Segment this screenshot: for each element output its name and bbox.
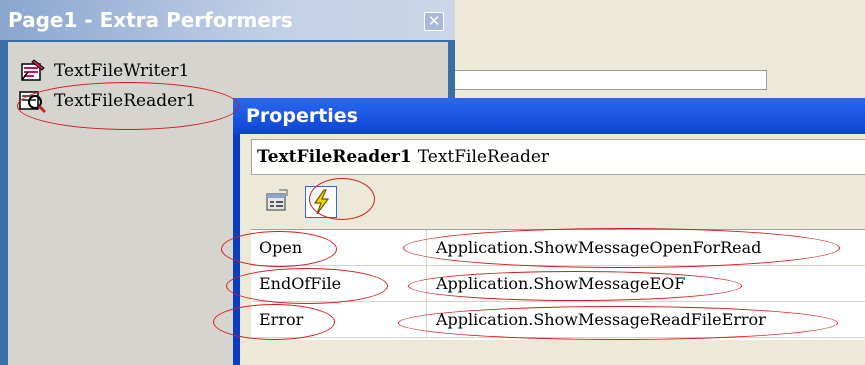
list-item-label: TextFileWriter1 bbox=[54, 61, 190, 81]
event-value[interactable]: Application.ShowMessageOpenForRead bbox=[428, 230, 865, 265]
event-value[interactable]: Application.ShowMessageReadFileError bbox=[428, 302, 865, 337]
text-file-writer-icon bbox=[18, 58, 52, 84]
list-item-textfilereader[interactable]: TextFileReader1 bbox=[18, 86, 196, 116]
close-icon: ✕ bbox=[427, 12, 441, 30]
lightning-icon bbox=[306, 189, 336, 221]
close-button[interactable]: ✕ bbox=[424, 12, 444, 31]
table-row[interactable]: Error Application.ShowMessageReadFileErr… bbox=[251, 302, 865, 338]
events-grid: Open Application.ShowMessageOpenForRead … bbox=[251, 229, 865, 340]
properties-tab-button[interactable] bbox=[261, 186, 293, 218]
event-value[interactable]: Application.ShowMessageEOF bbox=[428, 266, 865, 301]
table-row[interactable]: Open Application.ShowMessageOpenForRead bbox=[251, 230, 865, 266]
list-item-textfilewriter[interactable]: TextFileWriter1 bbox=[18, 56, 189, 86]
text-file-reader-icon bbox=[18, 88, 52, 114]
object-selector[interactable]: TextFileReader1 TextFileReader bbox=[251, 139, 865, 175]
properties-body: TextFileReader1 TextFileReader Open Appl… bbox=[240, 134, 865, 365]
event-name: Error bbox=[251, 302, 427, 337]
properties-titlebar[interactable]: Properties bbox=[233, 98, 865, 134]
extra-performers-titlebar[interactable]: Page1 - Extra Performers ✕ bbox=[0, 0, 455, 40]
list-item-label: TextFileReader1 bbox=[54, 91, 197, 111]
properties-title: Properties bbox=[246, 105, 358, 127]
events-tab-button[interactable] bbox=[305, 186, 337, 218]
properties-window: Properties TextFileReader1 TextFileReade… bbox=[233, 98, 865, 365]
background-input[interactable] bbox=[455, 70, 767, 90]
table-row[interactable]: EndOfFile Application.ShowMessageEOF bbox=[251, 266, 865, 302]
event-name: EndOfFile bbox=[251, 266, 427, 301]
properties-icon bbox=[261, 189, 293, 222]
object-name: TextFileReader1 bbox=[257, 147, 412, 167]
extra-performers-title: Page1 - Extra Performers bbox=[8, 8, 293, 32]
event-name: Open bbox=[251, 230, 427, 265]
properties-toolbar bbox=[251, 180, 865, 224]
object-type: TextFileReader bbox=[417, 147, 550, 167]
